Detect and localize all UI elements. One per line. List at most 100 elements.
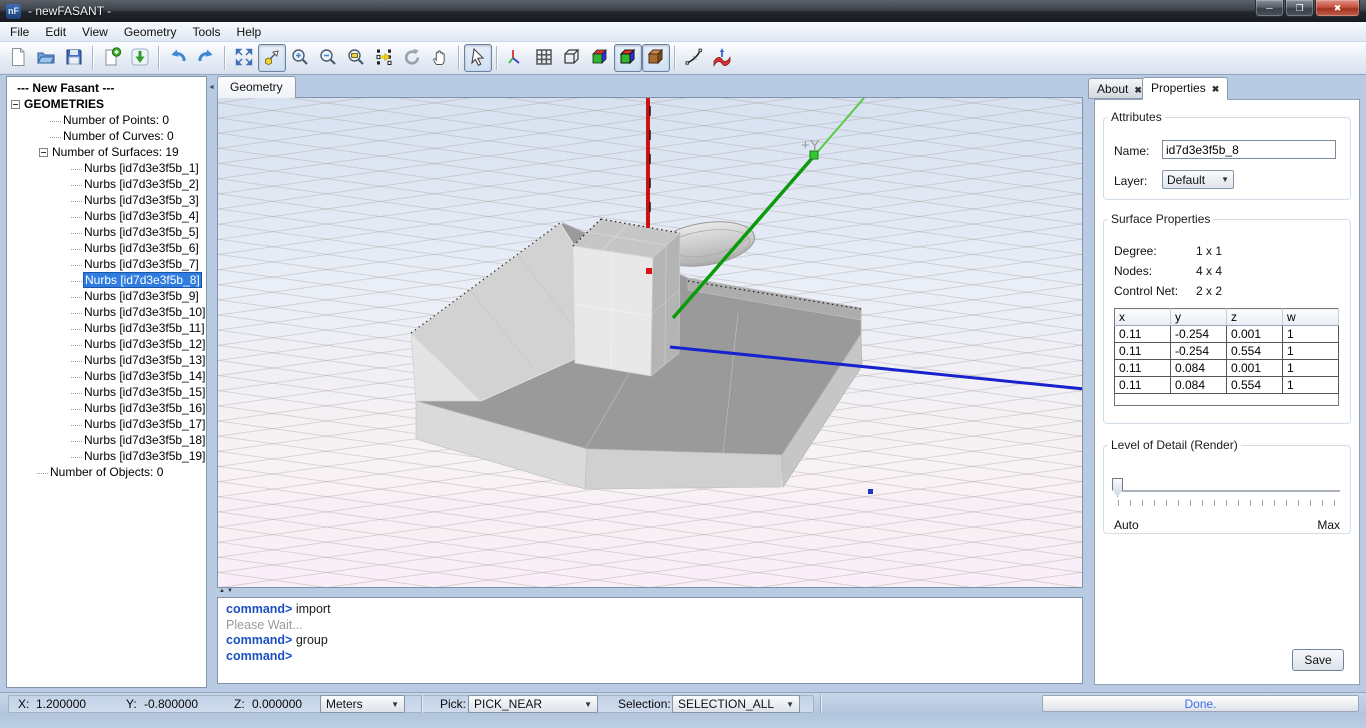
tree-item-nurbs[interactable]: Nurbs [id7d3e3f5b_19] xyxy=(7,448,206,464)
tree-item-nurbs[interactable]: Nurbs [id7d3e3f5b_6] xyxy=(7,240,206,256)
surface-tool-button[interactable] xyxy=(708,44,736,72)
import-button[interactable] xyxy=(126,44,154,72)
save-button[interactable] xyxy=(60,44,88,72)
menu-help[interactable]: Help xyxy=(229,23,270,41)
zoom-in-button[interactable] xyxy=(286,44,314,72)
close-tab-icon[interactable]: ✖ xyxy=(1134,85,1142,95)
tree-item-nurbs[interactable]: Nurbs [id7d3e3f5b_5] xyxy=(7,224,206,240)
chevron-down-icon: ▼ xyxy=(1215,175,1229,184)
geometry-tree-panel[interactable]: --- New Fasant --- GEOMETRIES Number of … xyxy=(6,76,207,688)
tree-node-curves[interactable]: Number of Curves: 0 xyxy=(7,128,206,144)
axes-toggle-icon xyxy=(506,47,526,70)
tree-item-nurbs[interactable]: Nurbs [id7d3e3f5b_15] xyxy=(7,384,206,400)
tab-properties[interactable]: Properties✖ xyxy=(1142,77,1228,100)
tree-item-nurbs[interactable]: Nurbs [id7d3e3f5b_13] xyxy=(7,352,206,368)
save-icon xyxy=(64,47,84,70)
progress-bar: Done. xyxy=(1042,695,1359,712)
restore-button[interactable]: ❐ xyxy=(1285,0,1314,17)
open-folder-button[interactable] xyxy=(32,44,60,72)
selection-dropdown[interactable]: SELECTION_ALL▼ xyxy=(672,695,800,713)
tree-item-nurbs[interactable]: Nurbs [id7d3e3f5b_2] xyxy=(7,176,206,192)
tree-root[interactable]: --- New Fasant --- xyxy=(7,80,206,96)
chevron-down-icon: ▼ xyxy=(391,700,399,709)
toolbar-separator xyxy=(158,46,160,70)
control-net-table[interactable]: x y z w 0.11 -0.254 0.001 1 0.11 -0.254 xyxy=(1114,308,1339,406)
command-console[interactable]: command> import Please Wait... command> … xyxy=(217,597,1083,684)
collapse-icon[interactable] xyxy=(39,148,48,157)
menu-edit[interactable]: Edit xyxy=(37,23,74,41)
name-field[interactable] xyxy=(1162,140,1336,159)
new-geometry-button[interactable] xyxy=(98,44,126,72)
zoom-window-icon xyxy=(346,47,366,70)
curve-tool-button[interactable] xyxy=(680,44,708,72)
select-cursor-button[interactable] xyxy=(464,44,492,72)
textured-view-button[interactable] xyxy=(642,44,670,72)
tree-item-nurbs[interactable]: Nurbs [id7d3e3f5b_16] xyxy=(7,400,206,416)
collapse-arrow-icon[interactable]: ◄ xyxy=(208,84,215,91)
tree-item-nurbs[interactable]: Nurbs [id7d3e3f5b_9] xyxy=(7,288,206,304)
solid-edges-view-button[interactable] xyxy=(614,44,642,72)
wireframe-view-button[interactable] xyxy=(558,44,586,72)
pick-label: Pick: xyxy=(440,697,466,711)
tree-node-points[interactable]: Number of Points: 0 xyxy=(7,112,206,128)
menu-file[interactable]: File xyxy=(2,23,37,41)
layer-visibility-button[interactable] xyxy=(370,44,398,72)
fit-view-button[interactable] xyxy=(230,44,258,72)
tree-node-surfaces[interactable]: Number of Surfaces: 19 xyxy=(7,144,206,160)
zoom-in-icon xyxy=(290,47,310,70)
tree-node-geometries[interactable]: GEOMETRIES xyxy=(7,96,206,112)
undo-button[interactable] xyxy=(164,44,192,72)
degree-label: Degree: xyxy=(1114,244,1157,258)
rotate-view-button[interactable] xyxy=(398,44,426,72)
toolbar xyxy=(0,42,1366,75)
3d-scene: +Y xyxy=(218,98,1082,587)
menu-tools[interactable]: Tools xyxy=(185,23,229,41)
tree-item-nurbs[interactable]: Nurbs [id7d3e3f5b_7] xyxy=(7,256,206,272)
tab-geometry[interactable]: Geometry xyxy=(217,76,296,98)
tree-item-nurbs[interactable]: Nurbs [id7d3e3f5b_3] xyxy=(7,192,206,208)
tree-item-nurbs[interactable]: Nurbs [id7d3e3f5b_14] xyxy=(7,368,206,384)
pan-view-button[interactable] xyxy=(426,44,454,72)
tree-item-nurbs[interactable]: Nurbs [id7d3e3f5b_18] xyxy=(7,432,206,448)
pick-dropdown[interactable]: PICK_NEAR▼ xyxy=(468,695,598,713)
save-properties-button[interactable]: Save xyxy=(1292,649,1344,671)
toolbar-separator xyxy=(92,46,94,70)
layer-dropdown[interactable]: Default▼ xyxy=(1162,170,1234,189)
collapse-icon[interactable] xyxy=(11,100,20,109)
wireframe-view-icon xyxy=(562,47,582,70)
splitter-arrows-icon[interactable]: ▲▼ xyxy=(219,588,235,594)
surface-properties-legend: Surface Properties xyxy=(1108,212,1213,226)
close-tab-icon[interactable]: ✖ xyxy=(1212,84,1220,94)
zoom-out-button[interactable] xyxy=(314,44,342,72)
tree-item-nurbs[interactable]: Nurbs [id7d3e3f5b_1] xyxy=(7,160,206,176)
tree-item-nurbs[interactable]: Nurbs [id7d3e3f5b_11] xyxy=(7,320,206,336)
minimize-button[interactable]: ─ xyxy=(1255,0,1284,17)
solid-view-button[interactable] xyxy=(586,44,614,72)
console-splitter[interactable]: ▲▼ xyxy=(217,588,1083,597)
axis-y-label: +Y xyxy=(801,137,820,154)
tree-splitter[interactable]: ◄ xyxy=(207,76,215,688)
main-area: --- New Fasant --- GEOMETRIES Number of … xyxy=(0,75,1366,692)
tree-item-nurbs[interactable]: Nurbs [id7d3e3f5b_4] xyxy=(7,208,206,224)
tree-node-objects[interactable]: Number of Objects: 0 xyxy=(7,464,206,480)
viewport-3d[interactable]: +Y xyxy=(217,97,1083,588)
tower-box[interactable] xyxy=(573,219,680,376)
close-button[interactable]: ✖ xyxy=(1315,0,1360,17)
axis-green: +Y xyxy=(673,98,864,318)
tree-item-nurbs[interactable]: Nurbs [id7d3e3f5b_17] xyxy=(7,416,206,432)
tree-item-nurbs[interactable]: Nurbs [id7d3e3f5b_10] xyxy=(7,304,206,320)
zoom-window-button[interactable] xyxy=(342,44,370,72)
units-dropdown[interactable]: Meters▼ xyxy=(320,695,405,713)
zoom-selection-button[interactable] xyxy=(258,44,286,72)
grid-toggle-button[interactable] xyxy=(530,44,558,72)
tree-item-nurbs-selected[interactable]: Nurbs [id7d3e3f5b_8] xyxy=(7,272,206,288)
tree-item-nurbs[interactable]: Nurbs [id7d3e3f5b_12] xyxy=(7,336,206,352)
axes-toggle-button[interactable] xyxy=(502,44,530,72)
redo-button[interactable] xyxy=(192,44,220,72)
lod-slider-track[interactable] xyxy=(1116,490,1340,492)
nodes-value: 4 x 4 xyxy=(1196,264,1222,278)
menu-geometry[interactable]: Geometry xyxy=(116,23,185,41)
lod-slider-thumb[interactable] xyxy=(1112,478,1123,497)
new-file-button[interactable] xyxy=(4,44,32,72)
menu-view[interactable]: View xyxy=(74,23,116,41)
